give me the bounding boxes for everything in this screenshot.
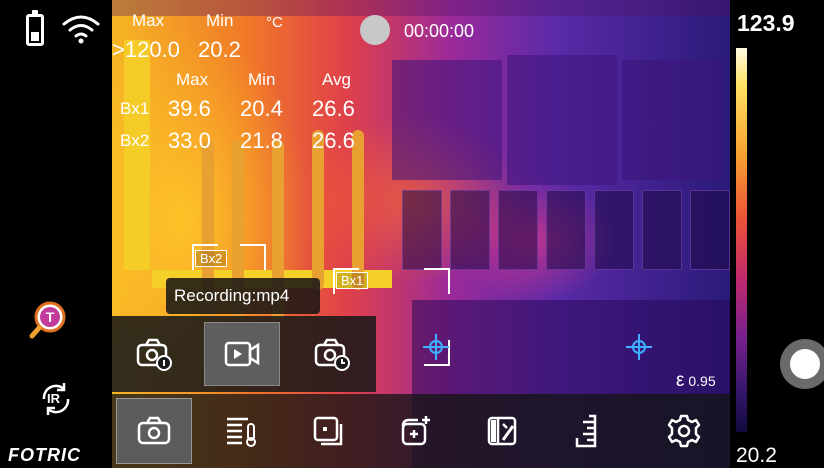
add-measure-button[interactable]: [378, 398, 454, 464]
video-mode-button[interactable]: [204, 322, 280, 386]
capture-mode-popup: [112, 316, 376, 392]
video-record-icon: [224, 341, 260, 367]
camera-info-icon: [136, 338, 172, 371]
ir-switch-button[interactable]: IR: [36, 379, 76, 419]
emissivity-readout[interactable]: ε 0.95: [676, 370, 716, 392]
capture-mode-button[interactable]: [116, 398, 192, 464]
battery-icon: [26, 10, 44, 46]
image-frame-button[interactable]: [290, 398, 366, 464]
fotric-app-icon[interactable]: T: [28, 300, 68, 340]
ruler-icon: [575, 414, 597, 448]
emissivity-value: 0.95: [688, 373, 716, 389]
row-bx2-avg: 26.6: [312, 128, 355, 153]
emissivity-symbol: ε: [676, 370, 685, 391]
box-marker-bx2-corner: [240, 244, 266, 270]
shutter-button-inner: [790, 349, 820, 379]
recording-toast: Recording:mp4: [166, 278, 320, 314]
cold-spot-crosshair-icon: [626, 334, 652, 360]
row-bx2-max: 33.0: [168, 128, 211, 153]
color-scale-bar[interactable]: [736, 48, 747, 432]
row-bx1-avg: 26.6: [312, 96, 355, 121]
table-header-min: Min: [248, 70, 276, 89]
row-bx2-name: Bx2: [120, 131, 150, 150]
image-frame-icon: [313, 416, 343, 446]
row-bx2-min: 21.8: [240, 128, 283, 153]
ir-label: IR: [47, 391, 60, 406]
scale-max-temperature[interactable]: 123.9: [737, 10, 795, 37]
box-marker-bx1-corner: [424, 268, 450, 294]
timed-photo-mode-button[interactable]: [294, 322, 370, 386]
recording-timer: 00:00:00: [404, 21, 475, 41]
table-header-avg: Avg: [322, 70, 351, 89]
settings-button[interactable]: [646, 398, 722, 464]
scale-range-button[interactable]: [548, 398, 624, 464]
svg-text:T: T: [46, 309, 55, 325]
box-marker-bx2-corner: [192, 244, 218, 270]
camera-timer-icon: [314, 338, 350, 371]
photo-info-mode-button[interactable]: [116, 322, 192, 386]
row-bx1-min: 20.4: [240, 96, 283, 121]
box-marker-bx1-corner: [333, 268, 359, 294]
scale-min-temperature[interactable]: 20.2: [736, 444, 777, 468]
camera-icon: [137, 416, 171, 445]
measurement-list-button[interactable]: [204, 398, 280, 464]
thermometer-list-icon: [227, 417, 256, 447]
palette-button[interactable]: [464, 398, 540, 464]
add-measure-icon: [401, 416, 430, 446]
hot-spot-crosshair-icon: [423, 334, 449, 360]
record-indicator-dot: [360, 15, 390, 45]
fotric-logo: FOTRIC: [8, 445, 81, 465]
spot-max-label: Max: [132, 11, 165, 30]
spot-min-value: 20.2: [198, 37, 241, 62]
palette-icon: [487, 416, 517, 446]
spot-min-label: Min: [206, 11, 234, 30]
table-header-max: Max: [176, 70, 209, 89]
temperature-unit: °C: [266, 14, 283, 31]
spot-max-value: >120.0: [112, 37, 180, 62]
bottom-toolbar: [112, 394, 730, 468]
row-bx1-max: 39.6: [168, 96, 211, 121]
shutter-button[interactable]: [780, 339, 824, 389]
gear-icon: [667, 414, 701, 448]
row-bx1-name: Bx1: [120, 99, 150, 118]
wifi-icon: [62, 15, 100, 44]
